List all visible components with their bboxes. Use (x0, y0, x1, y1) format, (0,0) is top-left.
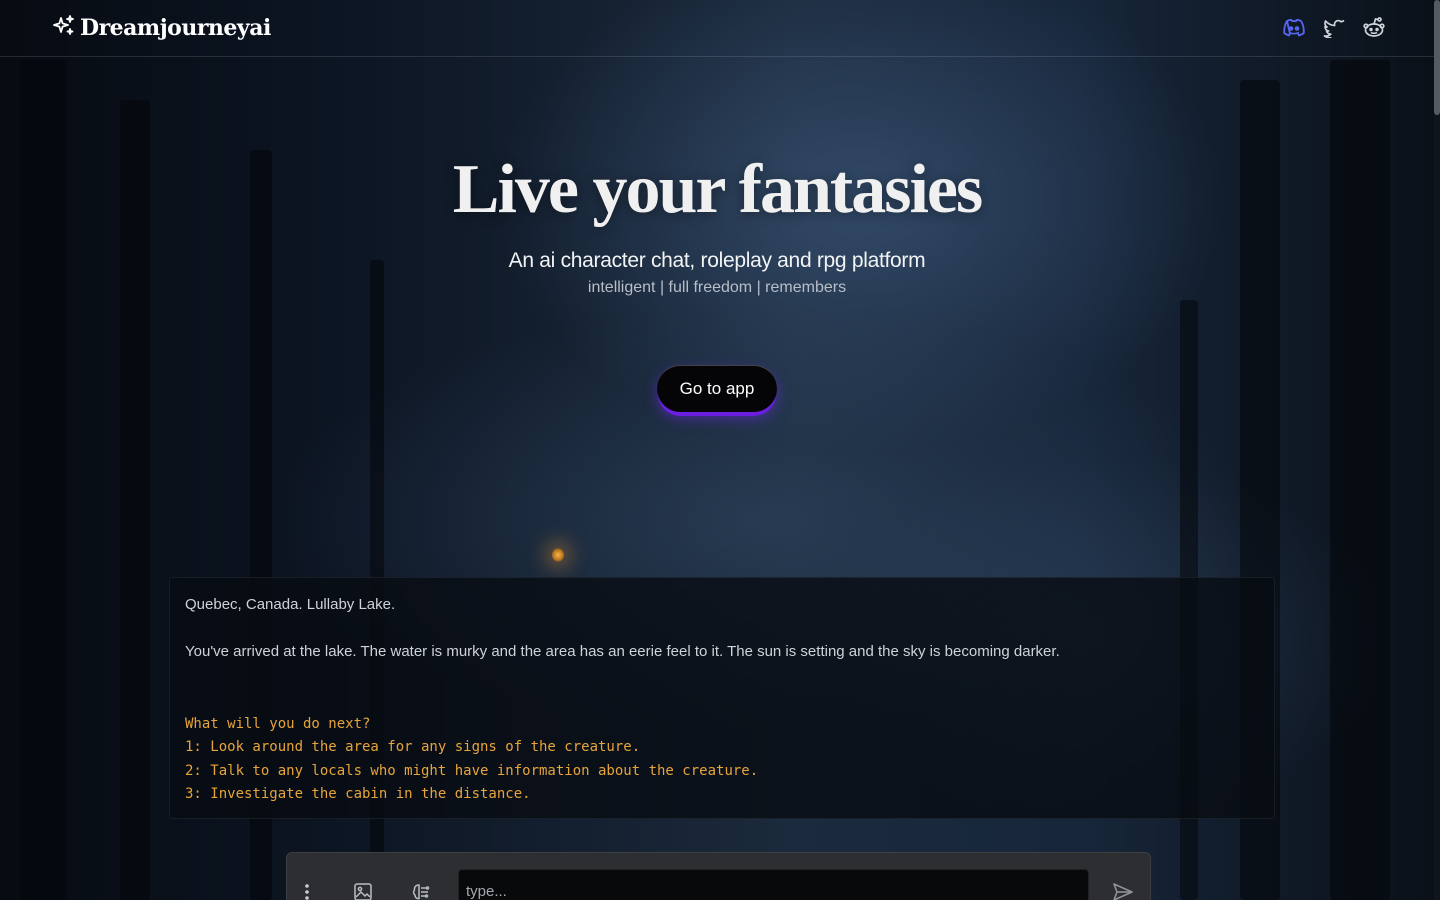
brand-logo-link[interactable]: Dreamjourneyai (52, 14, 271, 43)
brand-name: Dreamjourneyai (80, 15, 271, 41)
option-item: 1: Look around the area for any signs of… (185, 739, 641, 756)
twitter-icon[interactable] (1322, 16, 1346, 40)
hero-title: Live your fantasies (452, 151, 984, 228)
story-options: What will you do next? 1: Look around th… (185, 713, 1259, 806)
site-header: Dreamjourneyai (0, 0, 1434, 57)
social-links (1282, 16, 1386, 40)
hero-tagline: intelligent | full freedom | remembers (587, 279, 847, 296)
reddit-icon[interactable] (1362, 16, 1386, 40)
lantern-light (552, 548, 564, 562)
discord-icon[interactable] (1282, 16, 1306, 40)
image-icon[interactable] (352, 881, 374, 900)
chat-input-bar (286, 852, 1151, 900)
story-panel: Quebec, Canada. Lullaby Lake. You've arr… (169, 577, 1275, 819)
scrollbar-thumb[interactable] (1434, 0, 1440, 115)
more-vertical-icon[interactable] (296, 881, 318, 900)
story-description: You've arrived at the lake. The water is… (185, 643, 1060, 660)
option-item: 3: Investigate the cabin in the distance… (185, 785, 531, 802)
sparkles-icon (52, 14, 76, 43)
story-location: Quebec, Canada. Lullaby Lake. (185, 596, 396, 613)
option-item: 2: Talk to any locals who might have inf… (185, 762, 759, 779)
hero-subtitle: An ai character chat, roleplay and rpg p… (508, 249, 926, 272)
options-prompt: What will you do next? (185, 716, 371, 732)
brain-icon[interactable] (410, 881, 432, 900)
go-to-app-button[interactable]: Go to app (657, 365, 777, 412)
scrollbar-track[interactable] (1434, 0, 1440, 900)
send-icon[interactable] (1112, 881, 1134, 900)
message-input[interactable] (458, 869, 1089, 900)
